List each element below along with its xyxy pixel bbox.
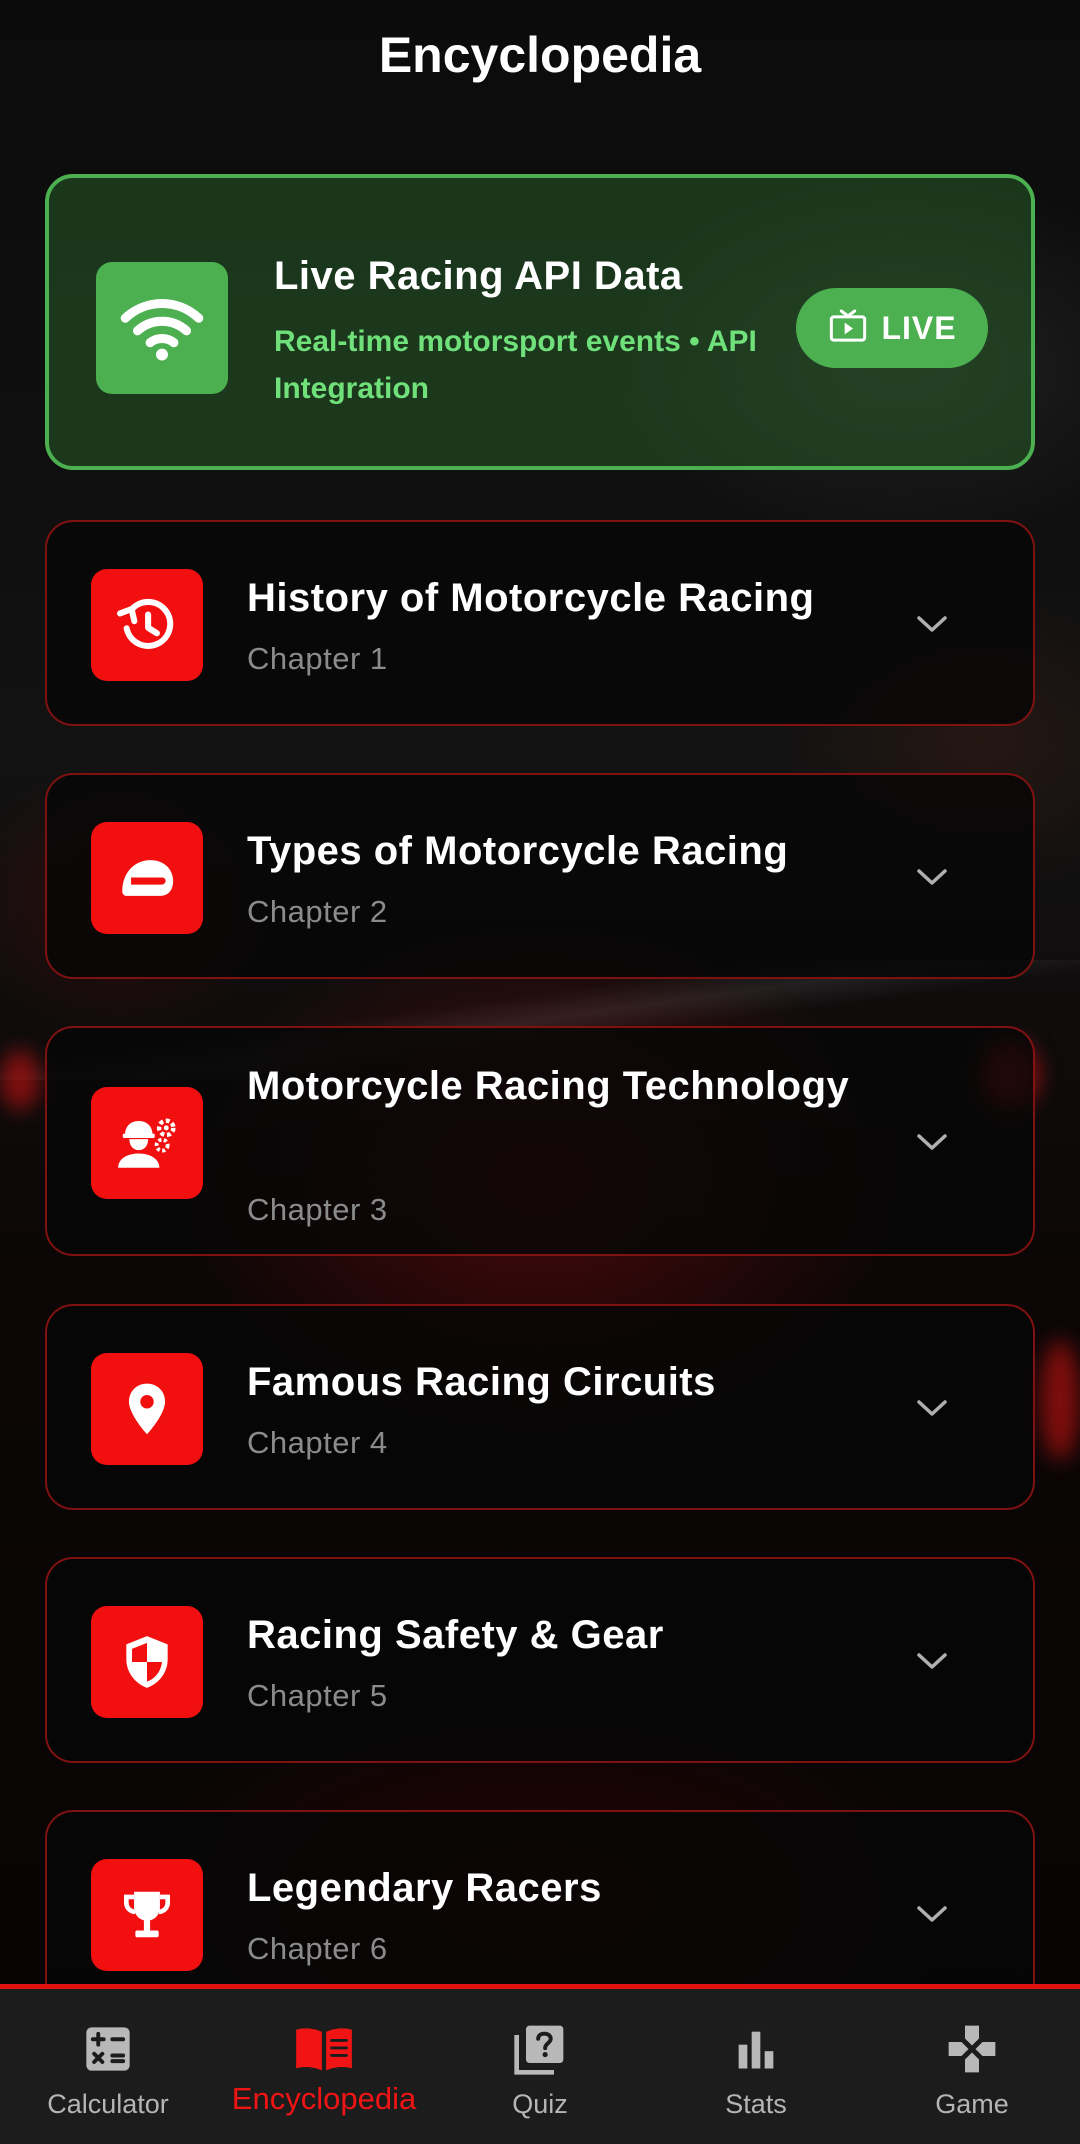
chevron-down-icon[interactable] bbox=[912, 1894, 952, 1934]
nav-label: Stats bbox=[725, 2089, 787, 2119]
quiz-icon bbox=[510, 2019, 570, 2079]
chapter-subtitle: Chapter 3 bbox=[247, 1192, 388, 1227]
nav-label: Calculator bbox=[47, 2089, 169, 2119]
chapter-card-4[interactable]: Famous Racing Circuits Chapter 4 bbox=[45, 1304, 1035, 1510]
live-badge-button[interactable]: LIVE bbox=[796, 288, 988, 368]
live-card-title: Live Racing API Data bbox=[274, 254, 683, 298]
nav-label: Encyclopedia bbox=[231, 2081, 417, 2116]
nav-item-game[interactable]: Game bbox=[864, 1989, 1080, 2144]
background-light bbox=[1040, 1340, 1080, 1460]
chevron-down-icon[interactable] bbox=[912, 1641, 952, 1681]
bottom-navigation: Calculator Encyclopedia Quiz Stats Game bbox=[0, 1984, 1080, 2144]
chapter-card-5[interactable]: Racing Safety & Gear Chapter 5 bbox=[45, 1557, 1035, 1763]
gamepad-icon bbox=[942, 2019, 1002, 2079]
chevron-down-icon[interactable] bbox=[912, 1388, 952, 1428]
chapter-title: Types of Motorcycle Racing bbox=[247, 829, 789, 873]
bar-chart-icon bbox=[726, 2019, 786, 2079]
chapter-subtitle: Chapter 2 bbox=[247, 894, 388, 929]
live-badge-label: LIVE bbox=[881, 309, 957, 346]
chapter-subtitle: Chapter 1 bbox=[247, 641, 388, 676]
nav-item-stats[interactable]: Stats bbox=[648, 1989, 864, 2144]
location-pin-icon bbox=[91, 1353, 203, 1465]
app-header: Encyclopedia bbox=[0, 0, 1080, 110]
chapter-title: History of Motorcycle Racing bbox=[247, 576, 815, 620]
trophy-icon bbox=[91, 1859, 203, 1971]
live-tv-icon bbox=[827, 306, 869, 351]
helmet-icon bbox=[91, 822, 203, 934]
engineering-icon bbox=[91, 1087, 203, 1199]
chapter-title: Motorcycle Racing Technology bbox=[247, 1064, 850, 1108]
nav-item-calculator[interactable]: Calculator bbox=[0, 1989, 216, 2144]
chapter-card-2[interactable]: Types of Motorcycle Racing Chapter 2 bbox=[45, 773, 1035, 979]
chevron-down-icon[interactable] bbox=[912, 604, 952, 644]
nav-item-quiz[interactable]: Quiz bbox=[432, 1989, 648, 2144]
chapter-card-3[interactable]: Motorcycle Racing Technology Chapter 3 bbox=[45, 1026, 1035, 1256]
wifi-icon bbox=[96, 262, 228, 394]
background-light bbox=[0, 1050, 40, 1110]
chevron-down-icon[interactable] bbox=[912, 1122, 952, 1162]
nav-label: Game bbox=[935, 2089, 1009, 2119]
chapter-subtitle: Chapter 6 bbox=[247, 1931, 388, 1966]
chapter-subtitle: Chapter 5 bbox=[247, 1678, 388, 1713]
page-title: Encyclopedia bbox=[378, 27, 702, 83]
live-card-subtitle: Real-time motorsport events • API Integr… bbox=[274, 325, 757, 405]
calculator-icon bbox=[78, 2019, 138, 2079]
nav-item-encyclopedia[interactable]: Encyclopedia bbox=[216, 1989, 432, 2144]
chapter-card-1[interactable]: History of Motorcycle Racing Chapter 1 bbox=[45, 520, 1035, 726]
chapter-title: Racing Safety & Gear bbox=[247, 1613, 664, 1657]
history-icon bbox=[91, 569, 203, 681]
chapter-subtitle: Chapter 4 bbox=[247, 1425, 388, 1460]
chevron-down-icon[interactable] bbox=[912, 857, 952, 897]
book-icon bbox=[294, 2019, 354, 2079]
chapter-title: Famous Racing Circuits bbox=[247, 1360, 716, 1404]
live-api-card[interactable]: Live Racing API Data Real-time motorspor… bbox=[45, 174, 1035, 470]
chapter-title: Legendary Racers bbox=[247, 1866, 602, 1910]
nav-label: Quiz bbox=[512, 2089, 568, 2119]
shield-icon bbox=[91, 1606, 203, 1718]
